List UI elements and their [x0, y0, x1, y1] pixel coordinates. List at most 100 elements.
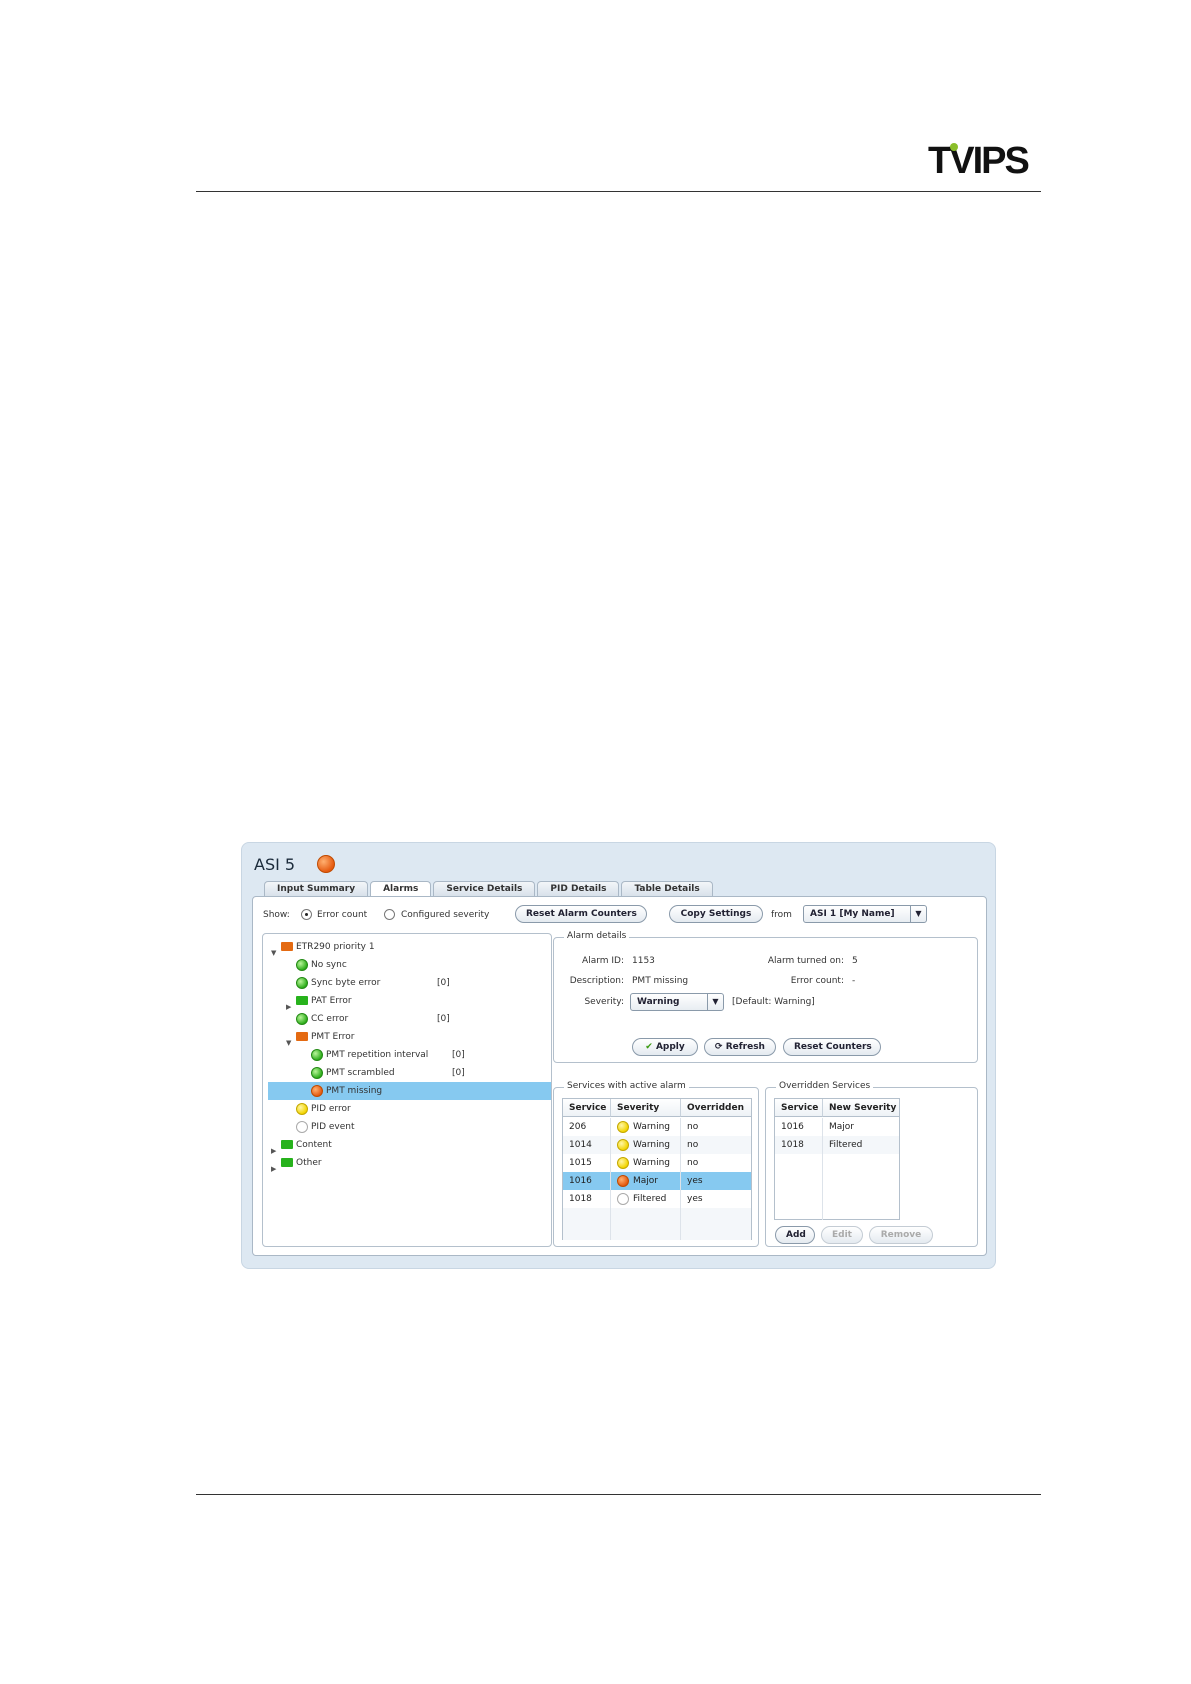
- status-ok-icon: [311, 1049, 323, 1061]
- folder-icon: [281, 1158, 293, 1167]
- tree-item-other[interactable]: ▶ Other: [263, 1154, 551, 1173]
- tree-item-no-sync[interactable]: No sync: [263, 956, 551, 974]
- cell-overridden: no: [687, 1122, 699, 1132]
- edit-button[interactable]: Edit: [821, 1226, 863, 1244]
- cell-severity: Warning: [611, 1154, 681, 1172]
- cell-severity-text: Warning: [633, 1122, 671, 1132]
- folder-icon: [296, 996, 308, 1005]
- active-services-group: Services with active alarm Service Sever…: [553, 1081, 759, 1247]
- default-severity-note: [Default: Warning]: [732, 997, 815, 1007]
- tree-item-label: ETR290 priority 1: [296, 942, 375, 952]
- cell-severity: Filtered: [611, 1190, 681, 1208]
- copy-settings-button[interactable]: Copy Settings: [669, 905, 763, 923]
- status-warning-icon: [617, 1139, 629, 1151]
- show-label: Show:: [263, 910, 290, 920]
- tab-alarms[interactable]: Alarms: [370, 881, 432, 896]
- tab-pid-details[interactable]: PID Details: [537, 881, 620, 896]
- cell-severity-text: Filtered: [633, 1194, 667, 1204]
- severity-label: Severity:: [584, 997, 624, 1007]
- apply-button[interactable]: ✔ Apply: [632, 1038, 698, 1056]
- cell-new-severity: Major: [829, 1122, 854, 1132]
- alarm-id-label: Alarm ID:: [582, 956, 624, 966]
- tree-item-label: PID event: [311, 1122, 355, 1132]
- table-row-empty: [775, 1154, 899, 1220]
- tree-item-pid-error[interactable]: PID error: [263, 1100, 551, 1118]
- table-row[interactable]: 206 Warning no: [563, 1118, 751, 1136]
- severity-select[interactable]: Warning ▼: [630, 993, 724, 1011]
- tab-bar: Input Summary Alarms Service Details PID…: [264, 881, 713, 896]
- reset-counters-button[interactable]: Reset Counters: [783, 1038, 881, 1056]
- table-row[interactable]: 1018 Filtered: [775, 1136, 899, 1154]
- alarm-tree: ▼ ETR290 priority 1 No sync Sync byte er…: [262, 933, 552, 1247]
- cell-service: 1014: [563, 1136, 611, 1154]
- footer-rule: [196, 1494, 1041, 1495]
- tree-item-label: PMT repetition interval: [326, 1050, 429, 1060]
- table-row[interactable]: 1015 Warning no: [563, 1154, 751, 1172]
- severity-value: Warning: [637, 997, 680, 1007]
- header-rule: [196, 191, 1041, 192]
- active-services-title: Services with active alarm: [564, 1081, 689, 1091]
- tree-item-label: PMT Error: [311, 1032, 355, 1042]
- tree-item-pmt-error[interactable]: ▼ PMT Error: [263, 1028, 551, 1047]
- tree-item-pat-error[interactable]: ▶ PAT Error: [263, 992, 551, 1011]
- reset-alarm-counters-button[interactable]: Reset Alarm Counters: [515, 905, 647, 923]
- table-row[interactable]: 1014 Warning no: [563, 1136, 751, 1154]
- col-overridden[interactable]: Overridden: [681, 1099, 751, 1117]
- tree-item-pmt-repetition[interactable]: PMT repetition interval [0]: [263, 1046, 551, 1064]
- copy-source-select[interactable]: ASI 1 [My Name] ▼: [803, 905, 927, 923]
- cell-service: 1018: [563, 1190, 611, 1208]
- cell-overridden: no: [687, 1158, 699, 1168]
- radio-configured-severity-label: Configured severity: [401, 910, 490, 920]
- description-value: PMT missing: [632, 976, 689, 986]
- tree-item-label: PID error: [311, 1104, 351, 1114]
- copy-source-value: ASI 1 [My Name]: [810, 909, 895, 919]
- tree-item-count: [0]: [452, 1068, 465, 1078]
- alarm-id-value: 1153: [632, 956, 655, 966]
- cell-service: 1016: [563, 1172, 611, 1190]
- active-services-table: Service Severity Overridden 206 Warning …: [562, 1098, 752, 1240]
- refresh-button[interactable]: ⟳ Refresh: [704, 1038, 776, 1056]
- tree-item-label: No sync: [311, 960, 347, 970]
- refresh-label: Refresh: [725, 1042, 765, 1052]
- tree-item-content[interactable]: ▶ Content: [263, 1136, 551, 1155]
- add-button[interactable]: Add: [775, 1226, 815, 1244]
- status-ok-icon: [296, 977, 308, 989]
- radio-configured-severity[interactable]: [384, 909, 395, 920]
- tree-item-pmt-missing[interactable]: PMT missing: [268, 1082, 551, 1100]
- chevron-down-icon: ▼: [910, 906, 926, 922]
- tab-service-details[interactable]: Service Details: [433, 881, 536, 896]
- col-new-severity[interactable]: New Severity: [823, 1099, 899, 1117]
- overridden-services-title: Overridden Services: [776, 1081, 874, 1091]
- error-count-label: Error count:: [790, 976, 844, 986]
- col-service[interactable]: Service: [775, 1099, 823, 1117]
- table-row[interactable]: 1016 Major: [775, 1118, 899, 1136]
- tree-item-pid-event[interactable]: PID event: [263, 1118, 551, 1136]
- tvips-logo: T VIPS: [928, 140, 1030, 182]
- table-row-selected[interactable]: 1016 Major yes: [563, 1172, 751, 1190]
- overridden-services-group: Overridden Services Service New Severity…: [765, 1081, 978, 1247]
- tree-item-etr290[interactable]: ▼ ETR290 priority 1: [263, 938, 551, 957]
- col-service[interactable]: Service: [563, 1099, 611, 1117]
- cell-severity: Warning: [611, 1118, 681, 1136]
- tab-input-summary[interactable]: Input Summary: [264, 881, 369, 896]
- radio-error-count[interactable]: [301, 909, 312, 920]
- status-ok-icon: [296, 959, 308, 971]
- alarm-details-group: Alarm details Alarm ID: 1153 Alarm turne…: [553, 931, 978, 1063]
- status-warning-icon: [617, 1157, 629, 1169]
- description-label: Description:: [569, 976, 624, 986]
- tree-item-cc-error[interactable]: CC error [0]: [263, 1010, 551, 1028]
- table-row[interactable]: 1018 Filtered yes: [563, 1190, 751, 1208]
- remove-button[interactable]: Remove: [869, 1226, 933, 1244]
- cell-service: 1016: [775, 1118, 823, 1136]
- tree-item-pmt-scrambled[interactable]: PMT scrambled [0]: [263, 1064, 551, 1082]
- status-major-icon: [311, 1085, 323, 1097]
- asi-alarm-screenshot: ASI 5 Input Summary Alarms Service Detai…: [241, 842, 996, 1269]
- cell-new-severity: Filtered: [829, 1140, 863, 1150]
- tree-item-label: Content: [296, 1140, 332, 1150]
- tree-item-sync-byte-error[interactable]: Sync byte error [0]: [263, 974, 551, 992]
- status-ok-icon: [311, 1067, 323, 1079]
- tab-table-details[interactable]: Table Details: [621, 881, 713, 896]
- status-filtered-icon: [617, 1193, 629, 1205]
- tree-item-label: PAT Error: [311, 996, 352, 1006]
- col-severity[interactable]: Severity: [611, 1099, 681, 1117]
